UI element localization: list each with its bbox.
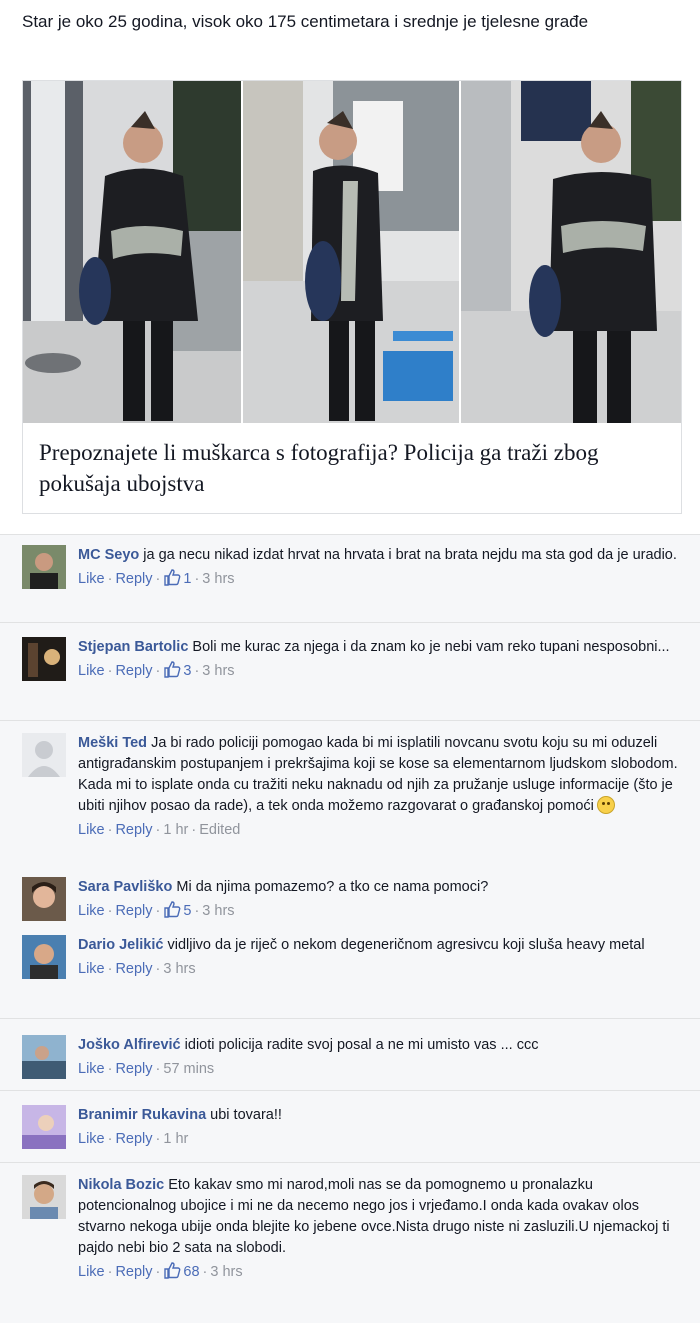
thumbs-up-icon [163,660,181,685]
thumbs-up-icon [163,568,181,593]
avatar[interactable] [22,1035,66,1079]
commenter-name[interactable]: Stjepan Bartolic [78,639,188,655]
comment-actions: Like · Reply · 3 · 3 hrs [78,660,678,685]
avatar[interactable] [22,545,66,589]
comment-time[interactable]: 3 hrs [202,663,234,679]
reply-link[interactable]: Reply [115,822,152,838]
thumbs-up-icon [163,1261,181,1286]
comment-text: Boli me kurac za njega i da znam ko je n… [192,639,670,655]
post-text: Star je oko 25 godina, visok oko 175 cen… [22,12,589,31]
comment-actions: Like · Reply · 1 · 3 hrs [78,568,678,593]
comment-body: Branimir Rukavina ubi tovara!! Like · Repl… [78,1105,678,1150]
like-count[interactable]: 3 [183,663,191,679]
comment-time[interactable]: 1 hr [163,822,188,838]
like-link[interactable]: Like [78,822,105,838]
like-link[interactable]: Like [78,1264,105,1280]
comment-body: Stjepan Bartolic Boli me kurac za njega … [78,637,678,685]
reply-link[interactable]: Reply [115,903,152,919]
comments-section: MC Seyo ja ga necu nikad izdat hrvat na … [0,534,700,1323]
comment-thread: MC Seyo ja ga necu nikad izdat hrvat na … [0,534,700,623]
like-link[interactable]: Like [78,663,105,679]
like-link[interactable]: Like [78,903,105,919]
like-link[interactable]: Like [78,1061,105,1077]
commenter-name[interactable]: Branimir Rukavina [78,1107,206,1123]
link-photo-strip[interactable] [23,81,681,423]
comment-body: Nikola Bozic Eto kakav smo mi narod,moli… [78,1175,678,1286]
comment-time[interactable]: 3 hrs [202,903,234,919]
comment-time[interactable]: 3 hrs [202,571,234,587]
comment-body: MC Seyo ja ga necu nikad izdat hrvat na … [78,545,678,593]
suspect-photo-1[interactable] [23,81,241,423]
avatar[interactable] [22,1175,66,1219]
edited-label[interactable]: Edited [199,822,240,838]
comment-text: ja ga necu nikad izdat hrvat na hrvata i… [143,547,677,563]
suspect-photo-3[interactable] [461,81,681,423]
commenter-name[interactable]: Sara Pavliško [78,879,172,895]
like-link[interactable]: Like [78,571,105,587]
comment-thread: Joško Alfirević idioti policija radite s… [0,1018,700,1091]
comment-text: Mi da njima pomazemo? a tko ce nama pomo… [176,879,489,895]
commenter-name[interactable]: Nikola Bozic [78,1177,164,1193]
comment-body: Meški Ted Ja bi rado policiji pomogao ka… [78,733,678,841]
like-link[interactable]: Like [78,1131,105,1147]
comment-body: Joško Alfirević idioti policija radite s… [78,1035,678,1080]
smiley-emoji-icon [596,796,615,814]
comment-thread: Nikola Bozic Eto kakav smo mi narod,moli… [0,1162,700,1323]
reply-link[interactable]: Reply [115,663,152,679]
comment-actions: Like · Reply · 3 hrs [78,961,196,977]
reply-link[interactable]: Reply [115,1264,152,1280]
reply-link[interactable]: Reply [115,1061,152,1077]
avatar[interactable] [22,637,66,681]
commenter-name[interactable]: Joško Alfirević [78,1037,181,1053]
like-count[interactable]: 1 [183,571,191,587]
avatar[interactable] [22,1105,66,1149]
post: Star je oko 25 godina, visok oko 175 cen… [0,0,700,522]
comment-actions: Like · Reply · 5 · 3 hrs [78,900,678,925]
commenter-name[interactable]: MC Seyo [78,547,139,563]
avatar[interactable] [22,877,66,921]
comment-text: vidljivo da je riječ o nekom degenerično… [167,937,645,953]
comment-thread: Meški Ted Ja bi rado policiji pomogao ka… [0,720,700,1019]
link-preview-card[interactable]: Prepoznajete li muškarca s fotografija? … [22,80,682,514]
avatar[interactable] [22,935,66,979]
comment-body: Sara Pavliško Mi da njima pomazemo? a tk… [78,877,678,925]
comment-text: ubi tovara!! [210,1107,282,1123]
comment-body: Dario Jelikić vidljivo da je riječ o nek… [78,935,678,980]
comment-actions: Like · Reply · 1 hr [78,1131,189,1147]
comment-actions: Like · Reply · 68 · 3 hrs [78,1261,678,1286]
reply-link[interactable]: Reply [115,961,152,977]
comment-time[interactable]: 1 hr [163,1131,188,1147]
link-title[interactable]: Prepoznajete li muškarca s fotografija? … [39,437,669,499]
comment-actions: Like · Reply · 1 hr · Edited [78,822,241,838]
reply-link[interactable]: Reply [115,571,152,587]
comment-time[interactable]: 57 mins [163,1061,214,1077]
thumbs-up-icon [163,900,181,925]
comment-text: idioti policija radite svoj posal a ne m… [184,1037,539,1053]
comment-time[interactable]: 3 hrs [210,1264,242,1280]
commenter-name[interactable]: Meški Ted [78,735,147,751]
like-count[interactable]: 5 [183,903,191,919]
like-link[interactable]: Like [78,961,105,977]
comment-text: Eto kakav smo mi narod,moli nas se da po… [78,1177,670,1256]
comment-time[interactable]: 3 hrs [163,961,195,977]
comment-text: Ja bi rado policiji pomogao kada bi mi i… [78,735,678,814]
comment-actions: Like · Reply · 57 mins [78,1061,215,1077]
comment-thread: Stjepan Bartolic Boli me kurac za njega … [0,622,700,721]
avatar[interactable] [22,733,66,777]
suspect-photo-2[interactable] [243,81,459,423]
reply-link[interactable]: Reply [115,1131,152,1147]
comment-thread: Branimir Rukavina ubi tovara!! Like · Repl… [0,1090,700,1163]
commenter-name[interactable]: Dario Jelikić [78,937,163,953]
like-count[interactable]: 68 [183,1264,199,1280]
